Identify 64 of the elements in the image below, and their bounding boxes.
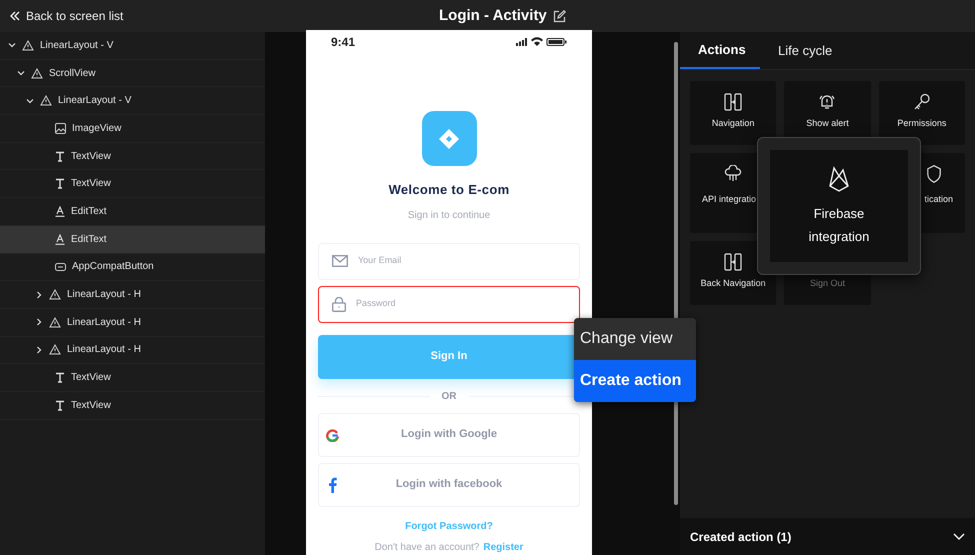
warning-icon (22, 40, 34, 51)
chevron-right-icon[interactable] (35, 318, 43, 326)
chevron-down-icon[interactable] (17, 69, 25, 78)
text-type-icon (55, 400, 65, 411)
text-type-icon (55, 150, 65, 162)
key-icon (912, 93, 931, 111)
tree-item[interactable]: LinearLayout - H (0, 308, 265, 337)
app-logo (422, 111, 476, 166)
tree-item[interactable]: TextView (0, 364, 265, 392)
subtitle-text: Sign in to continue (408, 208, 490, 222)
chevron-right-icon[interactable] (35, 346, 43, 354)
tile-label: Firebase integration (808, 205, 870, 246)
edit-icon[interactable] (552, 10, 566, 22)
flame-icon (828, 166, 850, 192)
google-logo-icon (326, 428, 339, 442)
tree-item[interactable]: TextView (0, 392, 265, 420)
warning-icon (49, 344, 61, 356)
menu-item[interactable]: Create action (574, 360, 696, 402)
no-account-text: Don't have an account? (374, 540, 480, 554)
welcome-heading: Welcome to E-com (388, 181, 510, 199)
status-time: 9:41 (331, 34, 356, 51)
chevron-down-icon (953, 532, 965, 540)
cloud-network-icon (724, 165, 742, 183)
chevron-right-icon[interactable] (35, 290, 43, 299)
or-divider-text: OR (442, 390, 456, 404)
dragged-action-tile[interactable]: Firebase integration (770, 150, 908, 262)
warning-icon (49, 289, 61, 300)
chevron-down-icon[interactable] (26, 96, 34, 105)
lock-icon (332, 296, 346, 312)
back-button[interactable]: Back to screen list (0, 7, 124, 25)
tree-item[interactable]: TextView (0, 142, 265, 170)
phones-icon (724, 253, 742, 271)
tree-item[interactable]: EditText (0, 226, 265, 254)
created-action-bar[interactable]: Created action (1) (680, 518, 975, 555)
panel-tab[interactable]: Life cycle (760, 32, 850, 69)
panel-tab[interactable]: Actions (680, 32, 760, 69)
tree-item[interactable]: ScrollView (0, 60, 265, 88)
facebook-logo-icon (329, 476, 337, 492)
signal-wifi-battery-icon (516, 37, 567, 47)
text-field-icon (55, 206, 65, 217)
tree-item[interactable]: TextView (0, 170, 265, 198)
warning-icon (31, 68, 43, 79)
image-icon (55, 122, 66, 134)
bell-alert-icon (818, 93, 836, 111)
text-type-icon (55, 178, 65, 190)
tree-item[interactable]: LinearLayout - H (0, 281, 265, 309)
warning-icon (49, 316, 61, 328)
text-type-icon (55, 372, 65, 384)
chevron-down-icon[interactable] (8, 41, 16, 50)
button-icon (55, 262, 66, 271)
tree-item[interactable]: ImageView (0, 115, 265, 143)
tree-item[interactable]: LinearLayout - V (0, 32, 265, 60)
phones-icon (724, 93, 742, 111)
action-tile[interactable]: Navigation (690, 81, 776, 145)
tree-item[interactable]: LinearLayout - H (0, 336, 265, 364)
text-field-icon (55, 234, 65, 245)
double-chevron-left-icon (10, 11, 20, 21)
envelope-icon (332, 255, 348, 267)
tree-item[interactable]: LinearLayout - V (0, 87, 265, 116)
warning-icon (40, 95, 52, 106)
tree-item[interactable]: AppCompatButton (0, 254, 265, 282)
screen-title: Login - Activity (439, 6, 547, 26)
shield-icon (927, 165, 941, 183)
action-tile[interactable]: Permissions (878, 81, 965, 145)
